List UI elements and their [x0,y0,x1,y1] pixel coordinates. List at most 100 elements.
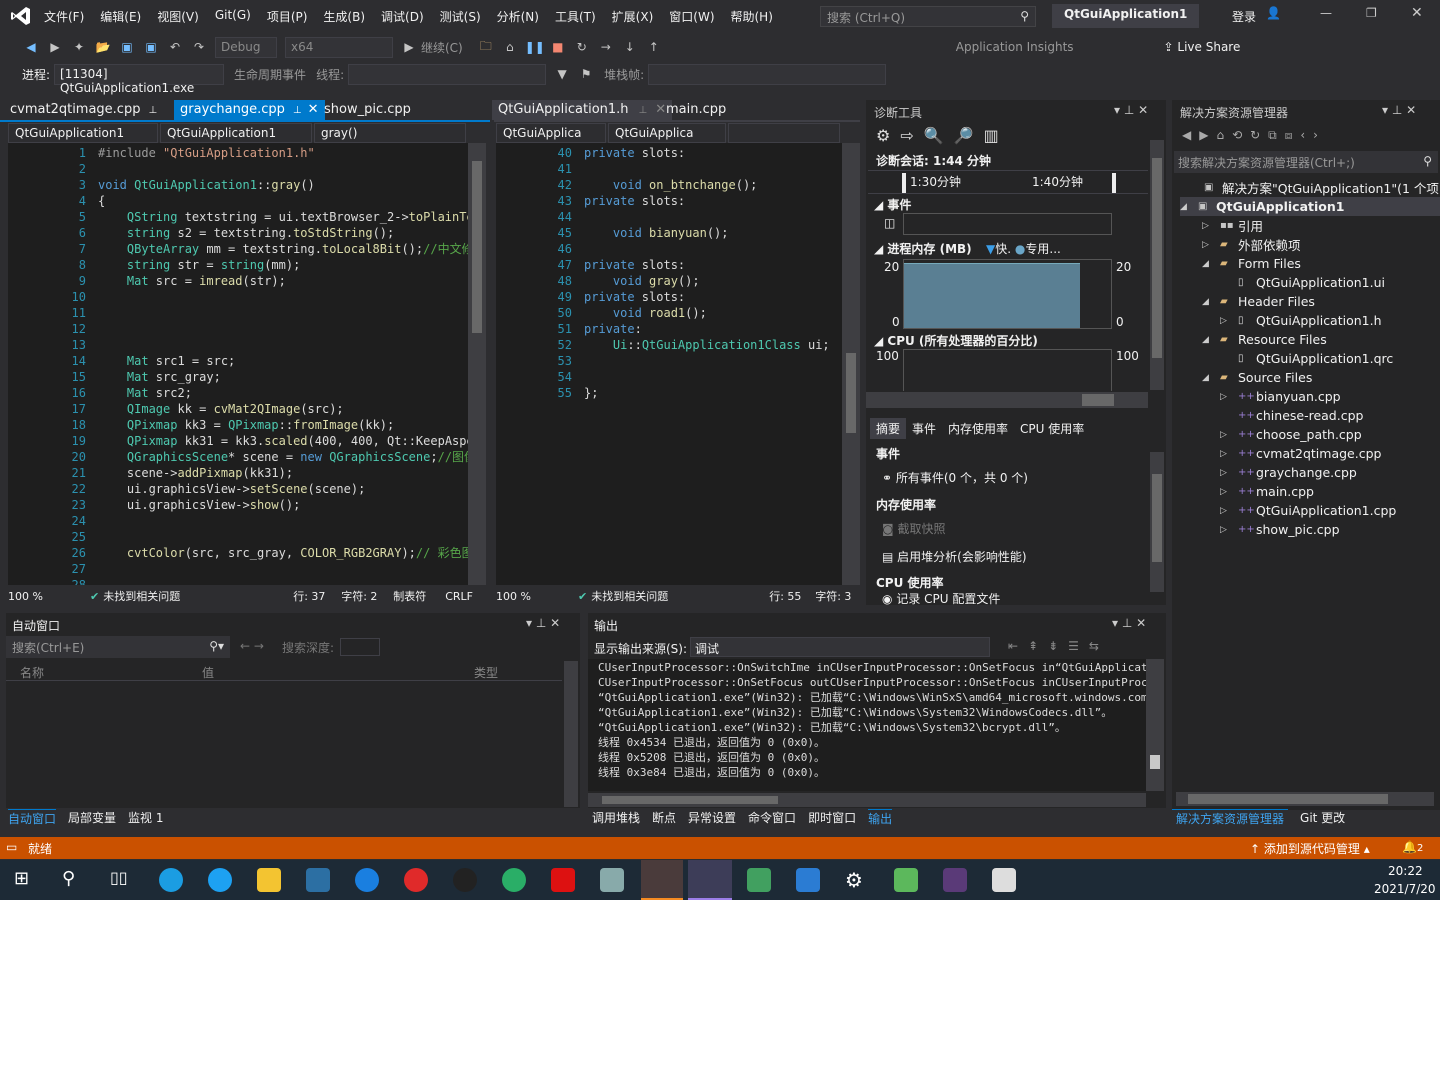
record-cpu-profile-button[interactable]: ◉ 记录 CPU 配置文件 [882,590,1000,607]
expand-arrow-icon[interactable]: ◢ [1202,373,1220,383]
left-code-editor[interactable]: 1 #include "QtGuiApplication1.h" 2 3 void Qt… [8,143,468,585]
wechat-icon[interactable] [502,868,526,892]
tree-item[interactable]: ▷ ++ graychange.cpp [1220,463,1357,482]
pause-events-icon[interactable]: ◫ [884,216,895,230]
undo-icon[interactable]: ↶ [166,40,184,54]
menu-item-11[interactable]: 窗口(W) [669,8,714,25]
stop-icon[interactable]: ■ [549,40,567,54]
output-tab-3[interactable]: 命令窗口 [748,809,796,827]
tab-git-changes[interactable]: Git 更改 [1300,809,1345,827]
menu-item-1[interactable]: 编辑(E) [100,8,141,25]
tree-item[interactable]: ◢ ▰ Form Files [1202,254,1301,273]
left-zoom[interactable]: 100 % [8,590,68,603]
solution-hscroll[interactable] [1176,792,1434,806]
tree-item[interactable]: ▷ ++ choose_path.cpp [1220,425,1362,444]
tree-item[interactable]: ▷ ▰ 外部依赖项 [1202,235,1301,254]
app-window-icon[interactable] [992,868,1016,892]
tree-item[interactable]: ◢ ▰ Header Files [1202,292,1315,311]
qq-icon[interactable] [453,868,477,892]
new-item-icon[interactable]: ✦ [70,40,88,54]
task-view-icon[interactable]: ▯▯ [110,868,134,892]
back-icon[interactable]: ◀ [22,40,40,54]
expand-arrow-icon[interactable]: ▷ [1220,430,1238,440]
left-issues[interactable]: 未找到相关问题 [103,588,293,604]
pin-icon[interactable]: ▾ ⊥ ✕ [1114,103,1148,117]
menu-item-7[interactable]: 测试(S) [440,8,481,25]
close-tab-icon[interactable]: ✕ [308,102,319,117]
login-link[interactable]: 登录 [1232,8,1256,25]
tree-item[interactable]: ▷ ++ bianyuan.cpp [1220,387,1341,406]
diag-tab-2[interactable]: 内存使用率 [942,418,1014,439]
expand-arrow-icon[interactable]: ▷ [1220,392,1238,402]
expand-arrow-icon[interactable]: ▷ [1220,487,1238,497]
step-out-icon[interactable]: ↑ [645,40,663,54]
clock-time[interactable]: 20:22 [1388,864,1423,878]
right-member-nav[interactable] [728,123,840,143]
restart-icon[interactable]: ↻ [573,40,591,54]
output-tab-1[interactable]: 断点 [652,809,676,827]
diag-toolbar-icons[interactable]: ⚙⇨🔍🔎▥ [876,126,1009,145]
tab-main-cpp[interactable]: main.cpp [660,100,732,120]
expand-arrow-icon[interactable]: ▷ [1202,221,1220,231]
left-class-nav[interactable]: QtGuiApplication1 [160,123,312,143]
find-file-icon[interactable]: 🗀 [477,37,495,58]
diag-tab-1[interactable]: 事件 [906,418,942,439]
tree-item[interactable]: ▷ ++ cvmat2qtimage.cpp [1220,444,1381,463]
menu-item-0[interactable]: 文件(F) [44,8,84,25]
edge-icon[interactable] [159,868,183,892]
nav-arrows-icon[interactable]: ← → [240,639,264,653]
menu-item-6[interactable]: 调试(D) [381,8,424,25]
tree-item[interactable]: ◢ ▣ QtGuiApplication1 [1180,197,1440,216]
expand-arrow-icon[interactable]: ▷ [1202,240,1220,250]
menu-item-4[interactable]: 项目(P) [267,8,308,25]
left-project-nav[interactable]: QtGuiApplication1 [8,123,158,143]
diag-tab-3[interactable]: CPU 使用率 [1014,418,1090,439]
pin-icon[interactable]: ⊥ [148,105,157,116]
tab-QtGuiApplication1-h[interactable]: QtGuiApplication1.h ⊥ ✕ [492,100,673,120]
solution-search-input[interactable]: 搜索解决方案资源管理器(Ctrl+;) ⚲ [1174,151,1438,173]
pin-icon[interactable]: ⊥ [639,105,648,116]
timeline-handle-left[interactable] [902,173,906,193]
autos-search-input[interactable]: 搜索(Ctrl+E) ⚲▾ [6,636,230,658]
source-control-button[interactable]: ↑ 添加到源代码管理 ▴ [1250,840,1370,857]
pin-icon[interactable]: ▾ ⊥ ✕ [1382,103,1416,117]
memory-chart[interactable] [903,259,1112,329]
app-icon[interactable] [600,868,624,892]
tree-item[interactable]: ▯ QtGuiApplication1.qrc [1220,349,1393,368]
continue-icon[interactable]: ▶ [400,40,418,54]
autos-tab-2[interactable]: 监视 1 [128,809,163,827]
output-tab-2[interactable]: 异常设置 [688,809,736,827]
start-icon[interactable]: ⊞ [14,868,38,892]
menu-item-12[interactable]: 帮助(H) [731,8,773,25]
step-into-icon[interactable]: ↓ [621,40,639,54]
tree-item[interactable]: ▯ QtGuiApplication1.ui [1220,273,1385,292]
menu-item-9[interactable]: 工具(T) [555,8,596,25]
expand-arrow-icon[interactable]: ▷ [1220,525,1238,535]
maximize-button[interactable]: ❐ [1366,6,1377,20]
expand-arrow-icon[interactable]: ▷ [1220,506,1238,516]
output-text[interactable]: CUserInputProcessor::OnSwitchIme inCUser… [588,659,1146,791]
cpu-section[interactable]: ◢ CPU (所有处理器的百分比) [874,332,1038,349]
left-tabs-mode[interactable]: 制表符 [393,588,445,604]
terminal-icon[interactable] [943,868,967,892]
home-icon[interactable]: ⌂ [501,40,519,54]
expand-arrow-icon[interactable]: ◢ [1180,202,1198,212]
tree-item[interactable]: ▷ ▪▪ 引用 [1202,216,1263,235]
output-hscroll[interactable] [588,793,1146,807]
kugou-icon[interactable] [355,868,379,892]
netease-music-icon[interactable] [404,868,428,892]
left-eol[interactable]: CRLF [445,590,473,603]
tab-show_pic-cpp[interactable]: show_pic.cpp [318,100,417,120]
expand-arrow-icon[interactable]: ▷ [1220,316,1238,326]
qq-browser-icon[interactable] [208,868,232,892]
pin-icon[interactable]: ▾ ⊥ ✕ [526,616,560,630]
pin-icon[interactable]: ⊥ [293,105,302,116]
open-icon[interactable]: 📂 [94,40,112,54]
col-value[interactable]: 值 [202,664,214,681]
search-depth-select[interactable] [340,638,380,656]
clock-date[interactable]: 2021/7/20 [1374,882,1436,896]
diag-hscroll[interactable] [866,392,1148,408]
memory-section[interactable]: ◢ 进程内存 (MB) [874,240,972,257]
tab-solution-explorer[interactable]: 解决方案资源管理器 [1172,809,1289,827]
platform-select[interactable]: x64 [285,36,393,58]
